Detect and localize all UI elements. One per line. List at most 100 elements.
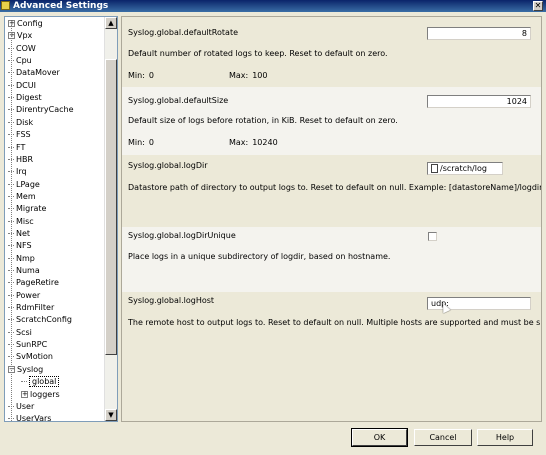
tree-guide-line — [11, 25, 12, 421]
tree-connector — [21, 381, 27, 383]
path-prefix-icon — [431, 164, 438, 173]
min-value: 0 — [148, 138, 154, 147]
tree-item-mem[interactable]: Mem — [8, 191, 36, 203]
tree-item-numa[interactable]: Numa — [8, 265, 40, 277]
tree-item-sunrpc[interactable]: SunRPC — [8, 339, 47, 351]
tree-item-datamover[interactable]: DataMover — [8, 67, 60, 79]
tree-item-direntrycache[interactable]: DirentryCache — [8, 104, 74, 116]
tree-item-label: Mem — [16, 191, 36, 201]
tree-item-label: Misc — [16, 216, 34, 226]
max-value: 10240 — [252, 138, 278, 147]
min-label: Min: — [128, 138, 145, 147]
tree-item-label: User — [16, 401, 35, 411]
tree-item-label: SvMotion — [16, 352, 53, 362]
tree-item-label: Power — [16, 290, 41, 300]
min-label: Min: — [128, 71, 145, 80]
tree-item-label: DataMover — [16, 68, 60, 78]
setting-description: Default number of rotated logs to keep. … — [128, 49, 388, 58]
scroll-thumb[interactable] — [105, 59, 117, 355]
tree-item-lpage[interactable]: LPage — [8, 179, 40, 191]
close-button[interactable]: ✕ — [533, 1, 543, 11]
tree-item-cow[interactable]: COW — [8, 43, 36, 55]
default-rotate-input[interactable]: 8 — [427, 27, 531, 40]
setting-description: The remote host to output logs to. Reset… — [128, 318, 542, 327]
tree-item-uservars[interactable]: UserVars — [8, 413, 52, 422]
scroll-down-button[interactable]: ▼ — [105, 409, 117, 421]
setting-description: Place logs in a unique subdirectory of l… — [128, 252, 391, 261]
tree-item-label: Migrate — [16, 204, 47, 214]
tree-item-label: SunRPC — [16, 340, 48, 350]
tree-item-label: loggers — [30, 389, 60, 399]
setting-name: Syslog.global.defaultSize — [128, 96, 229, 105]
setting-range: Min: 0 Max: 100 — [128, 71, 272, 80]
tree-item-loggers[interactable]: + loggers — [21, 389, 60, 401]
log-dir-unique-checkbox[interactable] — [428, 232, 437, 241]
window-title: Advanced Settings — [13, 1, 109, 11]
tree-item-label: UserVars — [16, 414, 52, 422]
tree-item-label: ScratchConfig — [16, 315, 72, 325]
settings-panel: Syslog.global.defaultRotate 8 Default nu… — [121, 16, 542, 422]
setting-name: Syslog.global.logHost — [128, 296, 215, 305]
max-value: 100 — [252, 71, 268, 80]
tree-item-config[interactable]: + Config — [8, 18, 43, 30]
tree-item-label: Config — [17, 19, 43, 28]
tree-item-migrate[interactable]: Migrate — [8, 203, 46, 215]
tree-item-label: Digest — [16, 93, 42, 103]
tree-item-label: Cpu — [16, 56, 32, 66]
tree-item-label: Vpx — [17, 31, 33, 41]
setting-name: Syslog.global.logDir — [128, 161, 208, 170]
tree-item-label: global — [29, 376, 60, 388]
expand-icon[interactable]: + — [21, 390, 28, 398]
tree-item-syslog[interactable]: − Syslog — [8, 364, 43, 376]
tree-item-pageretire[interactable]: PageRetire — [8, 277, 59, 289]
ok-button[interactable]: OK — [351, 428, 408, 447]
tree-item-rdmfilter[interactable]: RdmFilter — [8, 302, 54, 314]
log-dir-value: /scratch/log — [440, 164, 487, 173]
tree-item-label: COW — [16, 43, 36, 53]
setting-description: Datastore path of directory to output lo… — [128, 183, 542, 192]
tree-item-label: NFS — [16, 241, 32, 251]
tree-item-label: Irq — [16, 167, 27, 177]
setting-default-rotate: Syslog.global.defaultRotate 8 Default nu… — [122, 17, 541, 87]
tree-item-svmotion[interactable]: SvMotion — [8, 351, 53, 363]
tree-item-label: FT — [16, 142, 26, 152]
tree-item-label: Numa — [16, 266, 40, 275]
setting-range: Min: 0 Max: 10240 — [128, 138, 282, 147]
app-icon — [1, 1, 10, 10]
tree-item-power[interactable]: Power — [8, 290, 40, 302]
tree-item-digest[interactable]: Digest — [8, 92, 42, 104]
title-bar: Advanced Settings ✕ — [0, 0, 546, 12]
tree-item-label: Scsi — [16, 327, 32, 337]
tree-item-label: Nmp — [16, 253, 35, 263]
tree-item-label: Syslog — [17, 364, 44, 374]
setting-name: Syslog.global.defaultRotate — [128, 28, 238, 37]
setting-default-size: Syslog.global.defaultSize 1024 Default s… — [122, 87, 541, 155]
tree-item-label: FSS — [16, 130, 31, 140]
tree-item-label: PageRetire — [16, 278, 59, 288]
tree-item-label: RdmFilter — [16, 303, 55, 313]
tree-item-dcui[interactable]: DCUI — [8, 80, 36, 92]
log-dir-input[interactable]: /scratch/log — [427, 162, 503, 175]
tree-scrollbar[interactable]: ▲ ▼ — [104, 17, 117, 421]
max-label: Max: — [228, 138, 249, 147]
setting-log-dir: Syslog.global.logDir /scratch/log Datast… — [122, 155, 541, 227]
setting-log-dir-unique: Syslog.global.logDirUnique Place logs in… — [122, 227, 541, 292]
default-size-input[interactable]: 1024 — [427, 95, 531, 108]
tree-item-label: DCUI — [16, 80, 36, 90]
max-label: Max: — [228, 71, 249, 80]
min-value: 0 — [148, 71, 154, 80]
tree-item-global[interactable]: global — [21, 376, 60, 388]
setting-name: Syslog.global.logDirUnique — [128, 231, 236, 240]
setting-description: Default size of logs before rotation, in… — [128, 116, 398, 125]
scroll-up-button[interactable]: ▲ — [105, 17, 117, 29]
tree-item-scratchconfig[interactable]: ScratchConfig — [8, 314, 72, 326]
help-button[interactable]: Help — [477, 429, 533, 446]
tree-item-label: HBR — [16, 154, 34, 164]
cancel-button[interactable]: Cancel — [414, 429, 472, 446]
setting-log-host: Syslog.global.logHost udp: The remote ho… — [122, 292, 542, 421]
settings-tree[interactable]: + Config + Vpx COW Cpu DataMover DCUI Digest Dire… — [4, 16, 118, 422]
tree-item-label: Net — [16, 228, 31, 238]
tree-item-nmp[interactable]: Nmp — [8, 253, 35, 265]
tree-item-label: Disk — [16, 117, 34, 127]
tree-item-label: LPage — [16, 179, 40, 189]
